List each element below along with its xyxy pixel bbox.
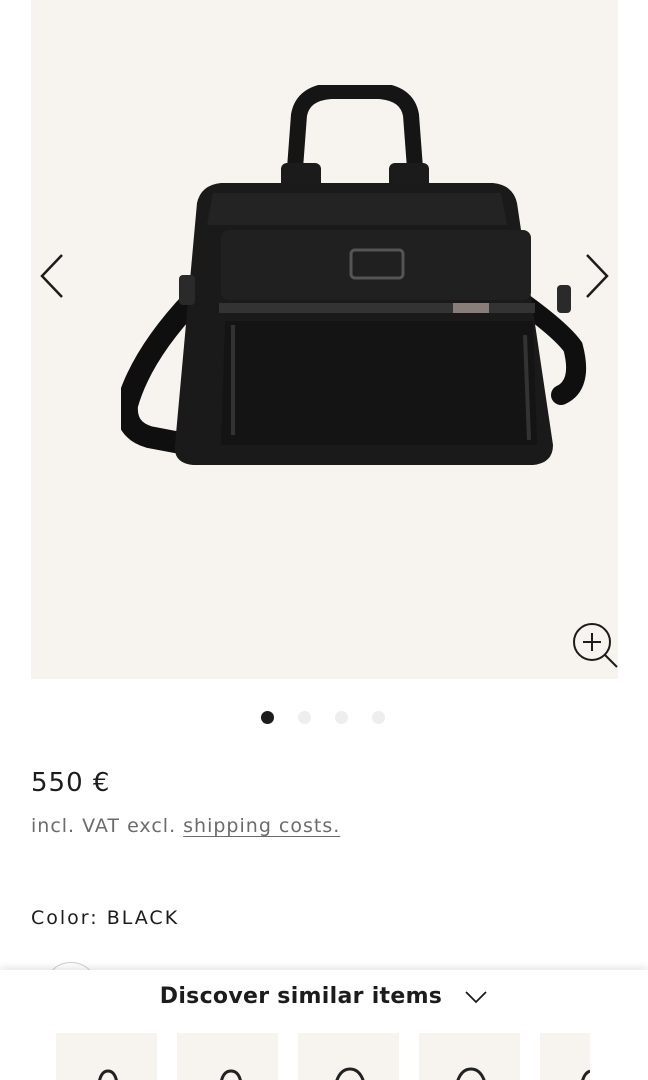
similar-item-thumb[interactable] xyxy=(298,1033,399,1080)
gallery-prev-button[interactable] xyxy=(32,250,72,302)
color-label: Color: BLACK xyxy=(31,907,180,929)
bag-thumb-image xyxy=(220,1069,242,1080)
zoom-button[interactable] xyxy=(570,620,618,670)
pagination-dot-2[interactable] xyxy=(298,711,311,724)
vat-text: incl. VAT excl. xyxy=(31,815,177,837)
product-gallery[interactable] xyxy=(31,0,618,679)
gallery-pagination xyxy=(261,711,385,724)
pagination-dot-3[interactable] xyxy=(335,711,348,724)
similar-items-list xyxy=(56,1033,590,1080)
similar-item-thumb[interactable] xyxy=(177,1033,278,1080)
bag-thumb-image xyxy=(581,1069,590,1080)
shipping-costs-link[interactable]: shipping costs. xyxy=(183,815,340,837)
gallery-next-button[interactable] xyxy=(577,250,617,302)
product-image xyxy=(121,85,586,465)
chevron-right-icon xyxy=(586,254,609,298)
vat-info: incl. VAT excl. shipping costs. xyxy=(31,815,340,837)
pagination-dot-1[interactable] xyxy=(261,711,274,724)
similar-item-thumb[interactable] xyxy=(540,1033,590,1080)
similar-items-title: Discover similar items xyxy=(159,984,443,1009)
chevron-down-icon xyxy=(465,990,487,1003)
bag-thumb-image xyxy=(335,1067,365,1080)
bag-thumb-image xyxy=(98,1069,118,1080)
similar-item-thumb[interactable] xyxy=(56,1033,157,1080)
similar-items-toggle[interactable]: Discover similar items xyxy=(0,984,648,1009)
zoom-in-icon xyxy=(573,623,618,668)
similar-item-thumb[interactable] xyxy=(419,1033,520,1080)
product-price: 550 € xyxy=(31,768,111,798)
chevron-left-icon xyxy=(40,254,63,298)
pagination-dot-4[interactable] xyxy=(372,711,385,724)
product-page: 550 € incl. VAT excl. shipping costs. Co… xyxy=(0,0,648,1080)
bag-thumb-image xyxy=(456,1067,486,1080)
similar-items-sheet: Discover similar items xyxy=(0,970,648,1080)
